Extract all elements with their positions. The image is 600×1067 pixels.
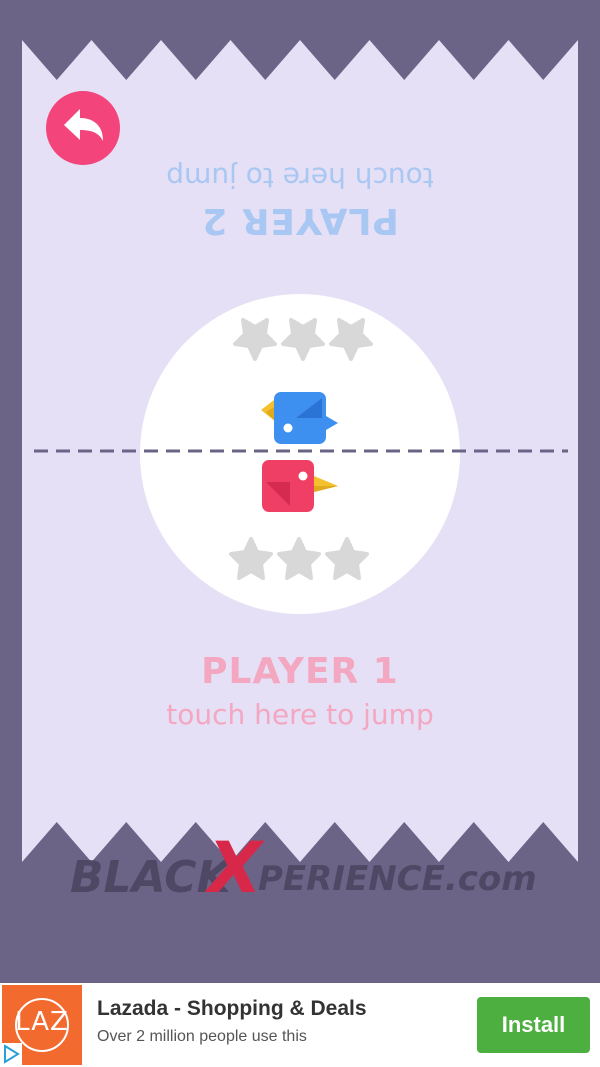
center-divider <box>34 449 568 453</box>
player1-name: PLAYER 1 <box>201 651 399 692</box>
player2-bird <box>261 392 338 444</box>
player2-star-1 <box>233 318 277 361</box>
player1-star-2 <box>277 537 321 580</box>
install-button[interactable]: Install <box>477 997 590 1053</box>
watermark-logo: BLACK X PERIENCE.com <box>70 827 537 909</box>
undo-arrow-icon <box>64 109 103 141</box>
player2-stars <box>0 315 600 375</box>
player1-bird <box>262 460 338 512</box>
lazada-logo-text: LAZ <box>15 1007 69 1037</box>
player2-star-3 <box>329 318 373 361</box>
ad-subtitle: Over 2 million people use this <box>97 1028 307 1045</box>
svg-text:X: X <box>204 827 265 909</box>
svg-text:PERIENCE.com: PERIENCE.com <box>258 859 537 899</box>
player1-star-3 <box>325 537 369 580</box>
ad-banner[interactable]: LAZ Lazada - Shopping & Deals Over 2 mil… <box>0 983 600 1067</box>
ad-title: Lazada - Shopping & Deals <box>97 997 367 1020</box>
player2-hint: touch here to jump <box>166 161 434 194</box>
top-spikes <box>22 40 578 80</box>
player1-star-1 <box>229 537 273 580</box>
player2-star-2 <box>281 318 325 361</box>
player1-hint: touch here to jump <box>166 698 434 731</box>
player2-name: PLAYER 2 <box>201 200 399 241</box>
adchoices-icon[interactable] <box>0 1043 22 1065</box>
player2-touch-area[interactable]: PLAYER 2 touch here to jump <box>100 160 500 242</box>
player1-touch-area[interactable]: PLAYER 1 touch here to jump <box>100 650 500 732</box>
player1-stars <box>0 537 600 597</box>
back-button[interactable] <box>46 91 120 165</box>
